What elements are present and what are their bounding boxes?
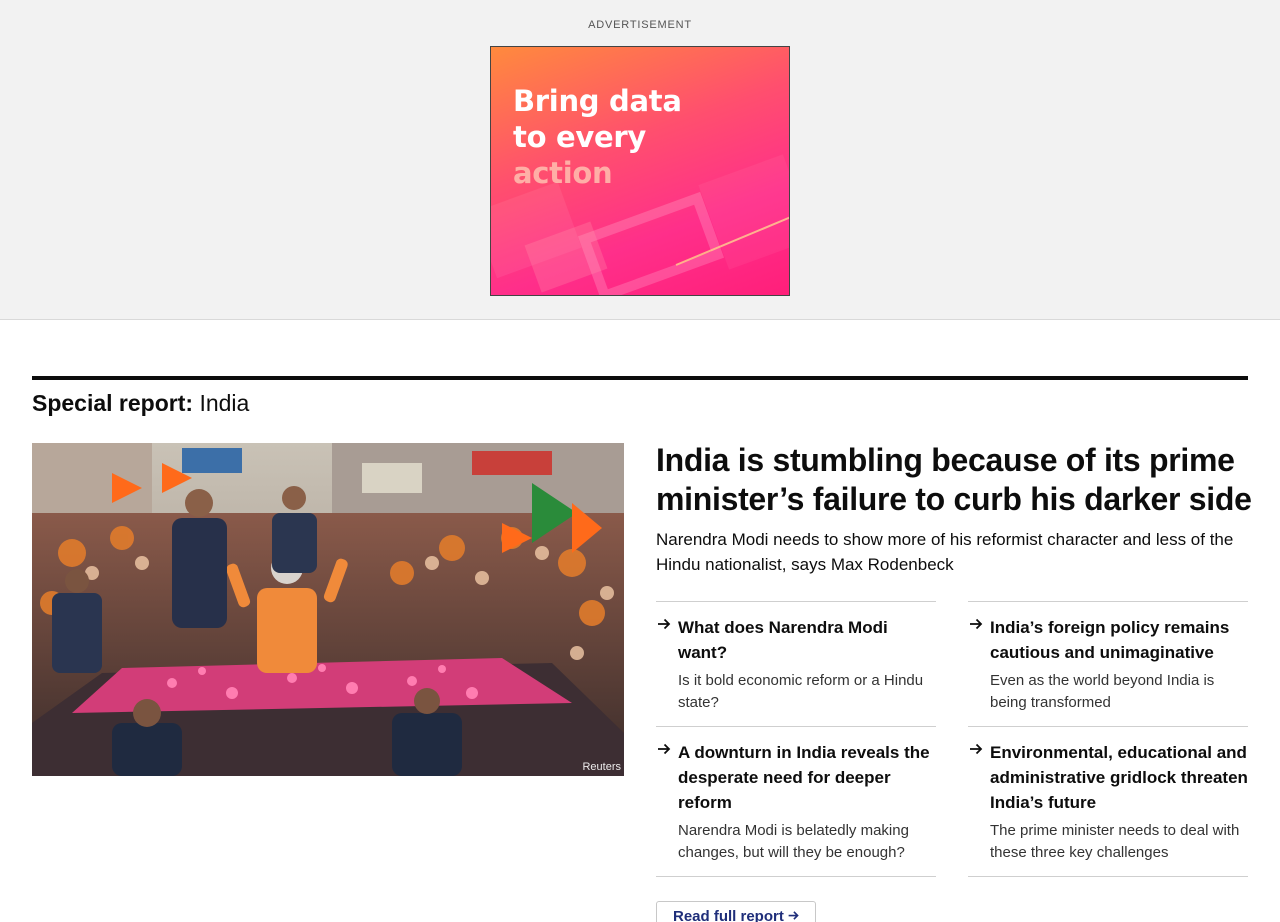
hero-image[interactable]: Reuters [32, 443, 624, 776]
arrow-right-icon [970, 618, 983, 630]
lead-headline-link[interactable]: India is stumbling because of its prime … [656, 441, 1256, 519]
arrow-right-icon [788, 911, 799, 920]
related-article-title[interactable]: What does Narendra Modi want? [678, 615, 936, 665]
related-article-title[interactable]: A downturn in India reveals the desperat… [678, 740, 936, 815]
read-full-report-button[interactable]: Read full report [656, 901, 816, 922]
related-article[interactable]: What does Narendra Modi want? Is it bold… [656, 601, 936, 714]
related-article[interactable]: India’s foreign policy remains cautious … [968, 601, 1248, 714]
arrow-right-icon [658, 743, 671, 755]
hero-photo-illustration [32, 443, 624, 776]
ad-line-2: to every [513, 120, 646, 154]
grid-divider [968, 876, 1248, 877]
related-article-description: The prime minister needs to deal with th… [990, 822, 1240, 861]
arrow-right-icon [658, 618, 671, 630]
section-kicker: Special report: [32, 390, 194, 416]
lead-standfirst: Narendra Modi needs to show more of his … [656, 530, 1234, 574]
arrow-right-icon [970, 743, 983, 755]
related-article-title[interactable]: India’s foreign policy remains cautious … [990, 615, 1248, 665]
section-rule [32, 376, 1248, 380]
advertisement-banner[interactable]: Bring data to every action [490, 46, 790, 296]
ad-headline: Bring data to every action [513, 83, 682, 191]
advertisement-band: ADVERTISEMENT Bring data to every action [0, 0, 1280, 320]
related-article-title[interactable]: Environmental, educational and administr… [990, 740, 1248, 815]
related-article[interactable]: Environmental, educational and administr… [968, 726, 1248, 864]
advertisement-label: ADVERTISEMENT [588, 19, 692, 31]
ad-line-1: Bring data [513, 84, 682, 118]
related-article-description: Narendra Modi is belatedly making change… [678, 822, 909, 861]
related-article-description: Is it bold economic reform or a Hindu st… [678, 672, 924, 711]
image-credit: Reuters [582, 761, 621, 773]
read-full-report-label: Read full report [673, 908, 784, 922]
related-article[interactable]: A downturn in India reveals the desperat… [656, 726, 936, 864]
section-title: Special report: India [32, 389, 249, 417]
related-article-description: Even as the world beyond India is being … [990, 672, 1215, 711]
grid-divider [656, 876, 936, 877]
ad-line-3: action [513, 156, 613, 190]
section-topic[interactable]: India [199, 390, 249, 416]
